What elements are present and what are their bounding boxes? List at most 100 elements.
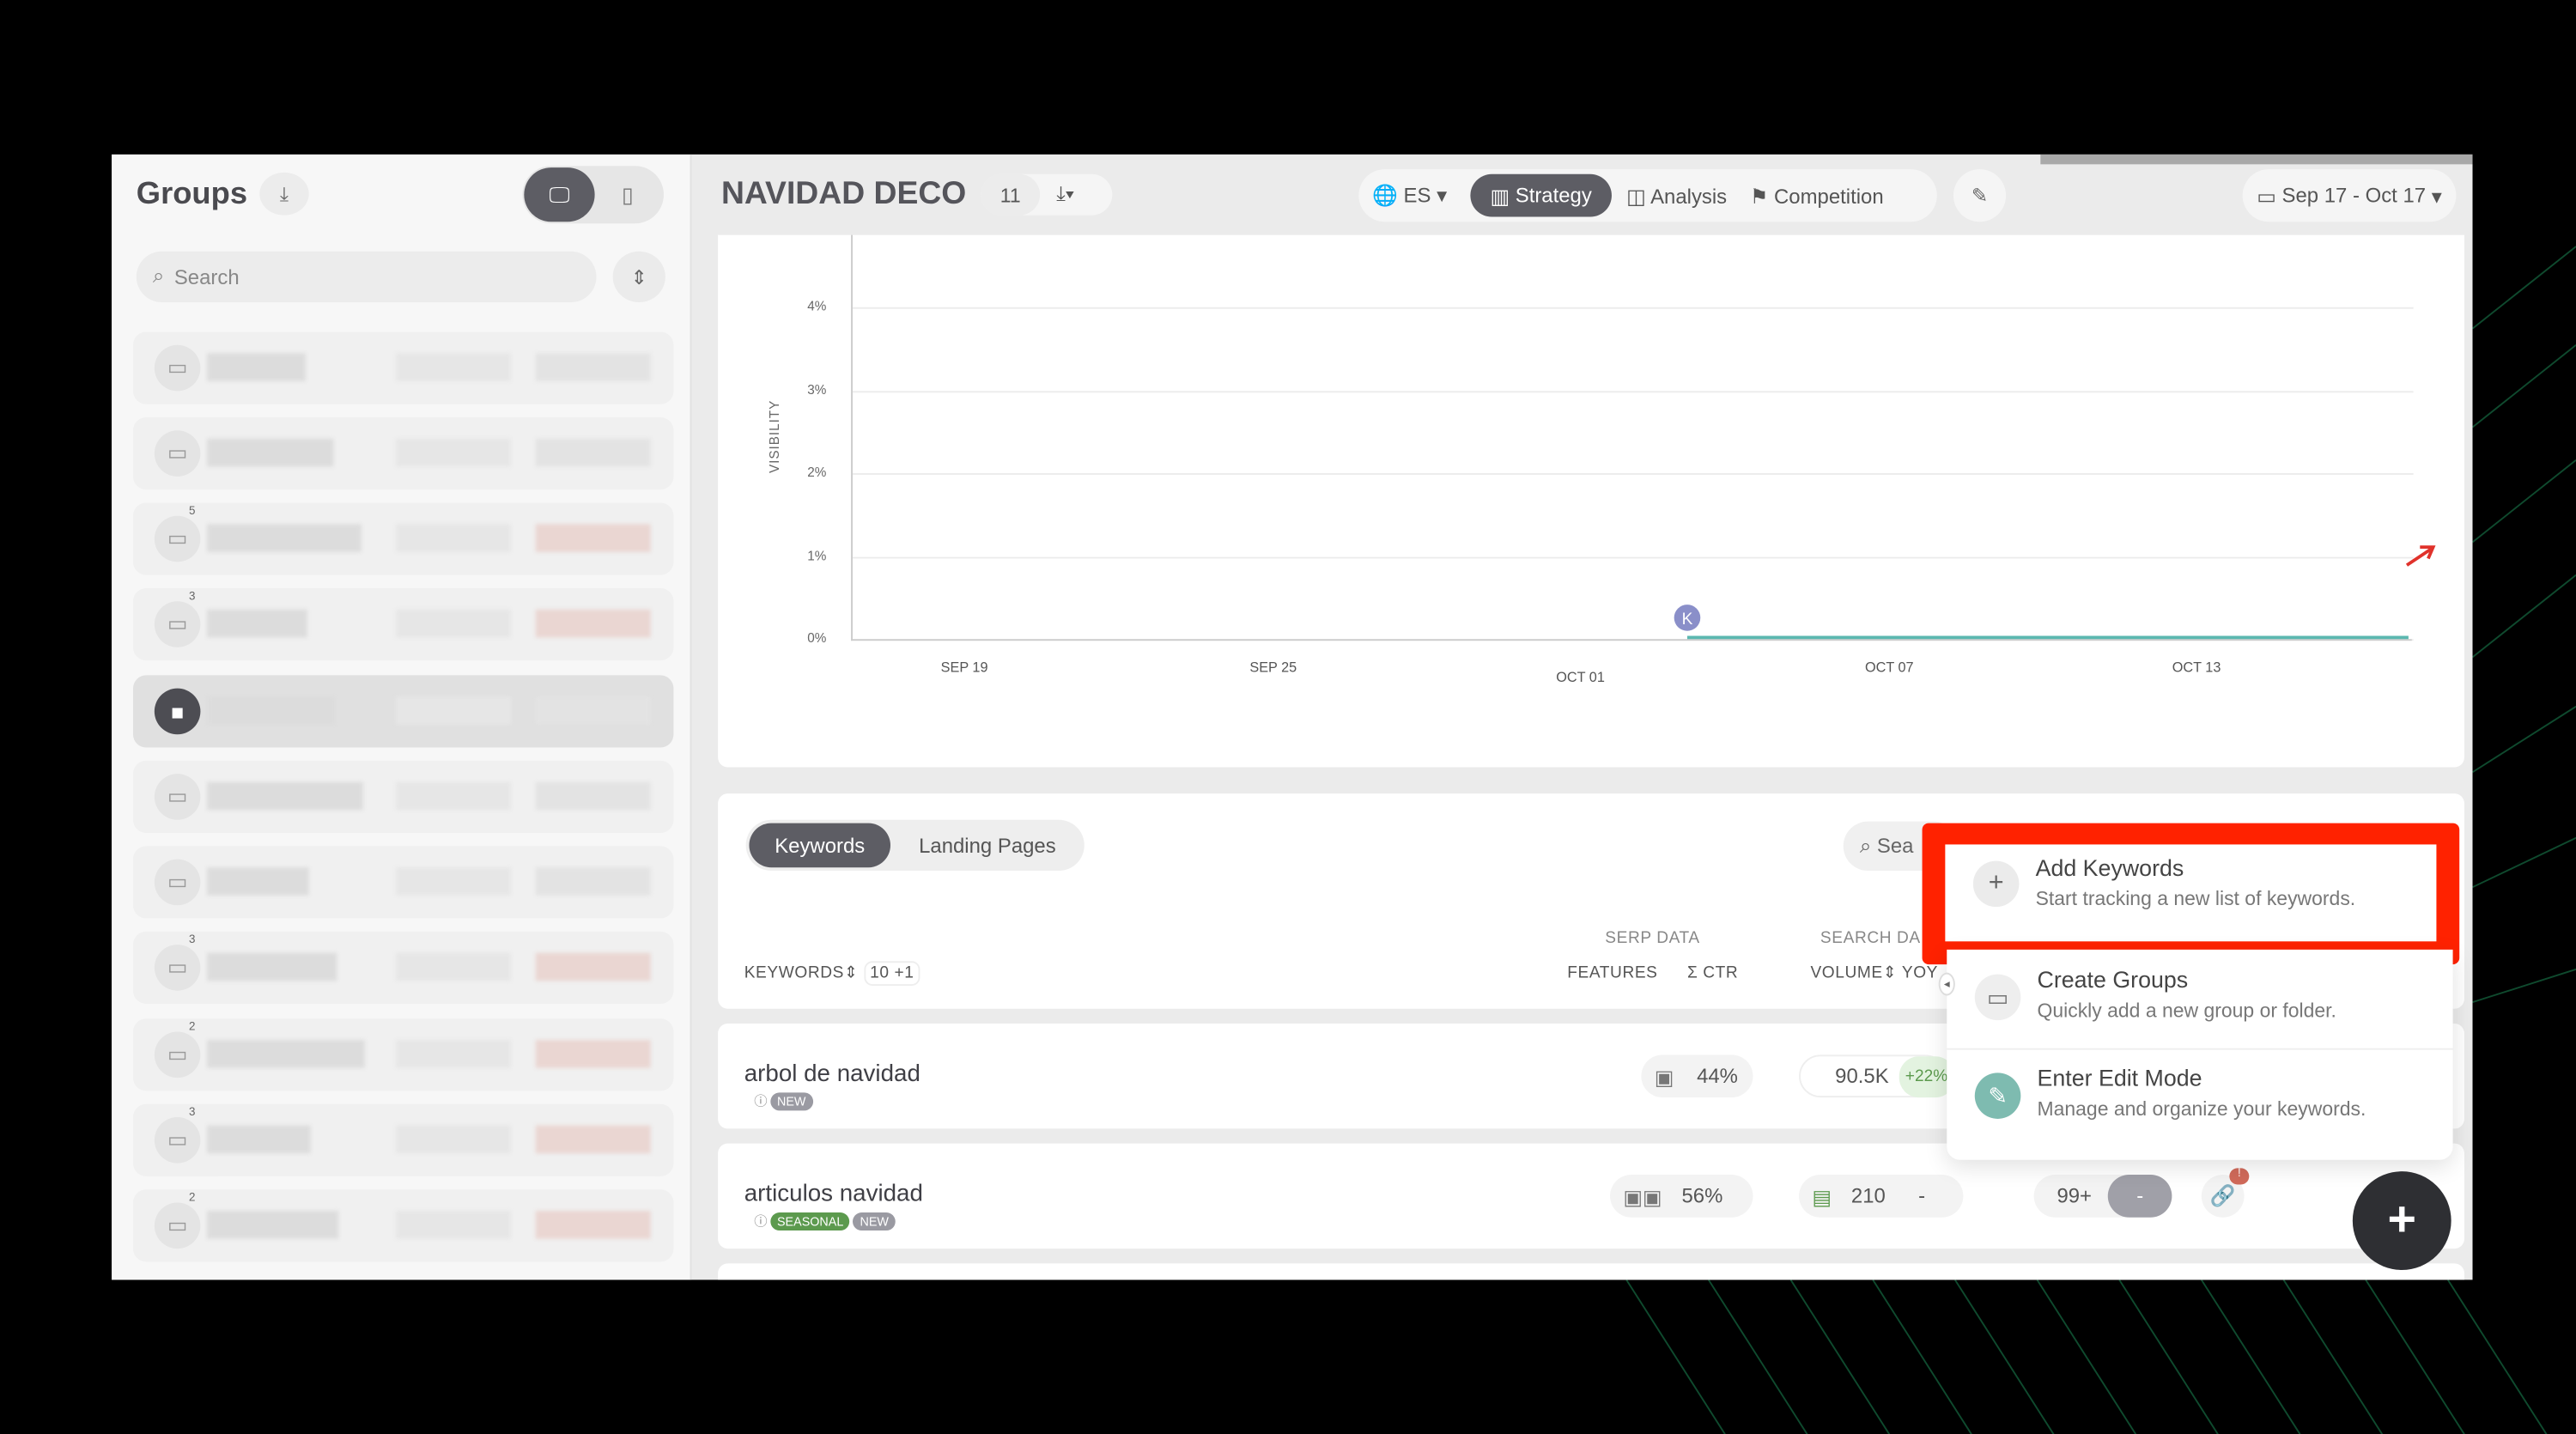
ctr-cell: ▣ 44% [1641,1054,1753,1098]
folder-icon: ▭ [154,1202,201,1249]
tab-strategy[interactable]: ▥ Strategy [1470,173,1612,217]
column-features[interactable]: FEATURES [1567,964,1657,982]
group-stats-placeholder [535,781,651,811]
mobile-icon[interactable]: ▯ [595,167,661,222]
sidebar-group-item[interactable]: ■ [132,675,674,748]
visibility-chart: VISIBILITY 0% 1% 2% 3% 4% SEP 19 SEP 25 OCT 01 O… [718,234,2464,768]
group-search-input[interactable]: ⌕ Search [136,251,597,303]
group-stats-placeholder [535,1040,651,1068]
group-meta-placeholder [396,867,512,896]
group-meta-placeholder [396,952,512,981]
folder-icon: ▭ [154,859,201,906]
sidebar-group-item[interactable]: ▭ [132,416,674,490]
group-stats-placeholder [535,696,651,725]
tab-keywords[interactable]: Keywords [749,823,891,868]
group-count: 3 [189,934,196,947]
device-toggle: 🖵 ▯ [522,166,664,224]
sidebar-group-item[interactable]: ▭ 3 [132,587,674,661]
ctr-cell: ▣▣ 56% [1610,1175,1753,1218]
group-stats-placeholder [535,1125,651,1154]
tab-competition[interactable]: ⚑ Competition [1750,183,1884,208]
page-title: NAVIDAD DECO [720,175,967,212]
calendar-check-icon: ▤ [1812,1185,1832,1209]
group-meta-placeholder [396,696,512,725]
folder-icon: ▭ [154,1117,201,1164]
sidebar-title: Groups [136,177,248,212]
date-range-picker[interactable]: ▭ Sep 17 - Oct 17 ▾ [2242,169,2457,222]
chart-plot: K [1674,545,2436,640]
keyword-text: articulos navidad [744,1181,923,1208]
create-groups-item[interactable]: ▭ Create Groups Quickly add a new group or… [1947,950,2452,1058]
group-name-placeholder [207,609,307,638]
pencil-icon: ✎ [1974,1072,2021,1119]
column-ctr[interactable]: Σ CTR [1687,964,1738,982]
sidebar-group-item[interactable]: ▭ [132,331,674,404]
add-fab-button[interactable]: + [2352,1171,2451,1270]
serp-data-group: SERP DATA [1605,929,1700,948]
group-name-placeholder [207,524,361,552]
group-meta-placeholder [396,1040,512,1068]
group-stats-placeholder [535,952,651,981]
group-stats-placeholder [535,524,651,552]
group-stats-placeholder [535,438,651,467]
screen: Groups ⤓ 🖵 ▯ ⌕ Search ⇕ ▭ ▭ ▭ 5 ▭ 3 ■ ▭ ▭ ▭ 3 ▭ 2 ▭ 3 ▭ 2… [0,0,2576,1434]
group-meta-placeholder [396,524,512,552]
group-stats-placeholder [535,353,651,381]
keyword-text: arbol de navidad [744,1060,920,1088]
group-name-placeholder [207,781,363,811]
table-row [718,1263,2464,1280]
tag-new: NEW [853,1212,896,1231]
sidebar-group-item[interactable]: ▭ 3 [132,1103,674,1176]
sidebar-group-item[interactable]: ▭ 3 [132,931,674,1005]
sidebar-group-item[interactable]: ▭ 2 [132,1189,674,1262]
tab-landing-pages[interactable]: Landing Pages [897,823,1078,868]
group-name-placeholder [207,1040,365,1068]
sidebar-group-item[interactable]: ▭ 2 [132,1018,674,1091]
group-name-placeholder [207,353,306,381]
sort-icon[interactable]: ⇕ [612,251,665,303]
group-meta-placeholder [396,1211,512,1239]
column-volume[interactable]: VOLUME⇕ YOY [1810,964,1938,982]
header-actions: 11 ⤓▾ [981,173,1113,216]
folder-icon: ▭ [154,430,201,477]
volume-cell: ▤ 210- [1799,1175,1964,1218]
warning-icon: ! [2229,1168,2250,1185]
tab-analysis[interactable]: ◫ Analysis [1626,183,1727,208]
sidebar-group-item[interactable]: ▭ 5 [132,502,674,575]
download-icon[interactable]: ⤓ [259,172,309,216]
group-meta-placeholder [396,438,512,467]
keyword-tags: ⓘ NEW [754,1092,813,1111]
sidebar-group-item[interactable]: ▭ [132,760,674,834]
language-select[interactable]: 🌐 ES ▾ [1358,182,1461,209]
edit-icon[interactable]: ✎ [1953,169,2007,222]
tag-new: NEW [770,1092,813,1111]
group-name-placeholder [207,1125,311,1154]
folder-plus-icon: ▭ [1974,974,2021,1021]
folder-icon: ▭ [154,601,201,647]
action-menu: ▭ Create Groups Quickly add a new group or… [1938,949,2453,1160]
edit-mode-item[interactable]: ✎ Enter Edit Mode Manage and organize your… [1947,1048,2452,1157]
sidebar-group-item[interactable]: ▭ [132,846,674,919]
sidebar: Groups ⤓ 🖵 ▯ ⌕ Search ⇕ ▭ ▭ ▭ 5 ▭ 3 ■ ▭ ▭ ▭ 3 ▭ 2 ▭ 3 ▭ 2 [112,154,692,1280]
group-meta-placeholder [396,609,512,638]
folder-icon: ▭ [154,344,201,392]
search-icon: ⌕ [152,264,165,288]
desktop-icon[interactable]: 🖵 [524,167,595,222]
collapse-icon[interactable]: ◂ [1938,972,1955,996]
column-keywords[interactable]: KEYWORDS⇕ 10 +1 [744,961,921,986]
group-name-placeholder [207,1211,339,1239]
group-name-placeholder [207,438,334,467]
group-name-placeholder [207,952,337,981]
plus-icon: + [1972,860,2020,908]
loading-bar [2040,154,2473,165]
keywords-tabs: Keywords Landing Pages [745,819,1084,872]
group-stats-placeholder [535,1211,651,1239]
add-keywords-item[interactable]: + Add Keywords Start tracking a new list… [1945,844,2437,942]
volume-cell: 90.5K +22% [1799,1054,1954,1098]
folder-icon: ▭ [154,945,201,991]
group-meta-placeholder [396,781,512,811]
folder-icon: ▭ [154,515,201,562]
group-stats-placeholder [535,609,651,638]
folder-icon: ▭ [154,1031,201,1079]
export-icon[interactable]: ⤓▾ [1056,182,1074,207]
